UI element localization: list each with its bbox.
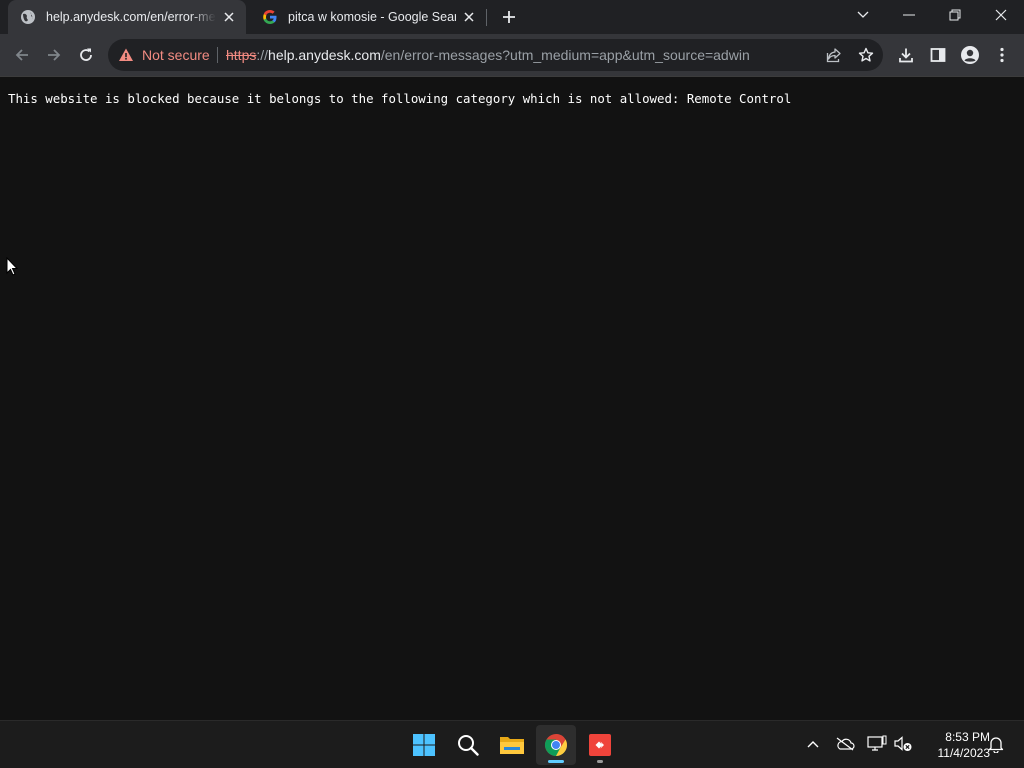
url-scheme: https [226,47,257,63]
side-panel-button[interactable] [922,39,954,71]
bell-icon [988,737,1004,753]
url-text[interactable]: https://help.anydesk.com/en/error-messag… [226,47,750,63]
chevron-down-icon [857,11,869,18]
profile-icon [961,46,979,64]
show-hidden-icons-button[interactable] [802,733,824,755]
restore-icon [949,9,961,21]
file-explorer-button[interactable] [492,725,532,765]
address-bar[interactable]: Not secure https://help.anydesk.com/en/e… [108,39,883,71]
onedrive-tray-icon[interactable] [834,733,856,755]
clock[interactable]: 8:53 PM 11/4/2023 [916,729,991,761]
back-button[interactable] [6,39,38,71]
clock-time: 8:53 PM [945,730,990,744]
tab-anydesk[interactable]: help.anydesk.com/en/error-messages [8,0,246,34]
close-icon [995,9,1007,21]
blocked-message: This website is blocked because it belon… [8,91,792,106]
not-secure-label[interactable]: Not secure [142,47,210,63]
file-explorer-icon [500,737,524,754]
plus-icon [503,11,515,23]
download-icon [899,48,913,63]
reload-icon [80,48,92,61]
url-scheme-separator: :// [256,47,269,63]
close-tab-icon[interactable] [220,8,238,26]
speaker-muted-icon [894,736,912,751]
url-host: help.anydesk.com [268,47,381,63]
chrome-icon [545,734,567,756]
chrome-taskbar-button[interactable] [536,725,576,765]
minimize-button[interactable] [887,0,931,30]
share-icon[interactable] [824,45,844,65]
screen: help.anydesk.com/en/error-messages pitca… [0,0,1024,768]
page-content: This website is blocked because it belon… [0,76,1024,720]
tab-google-search[interactable]: pitca w komosie - Google Search [250,0,486,34]
volume-tray-icon[interactable] [892,733,914,755]
forward-button[interactable] [38,39,70,71]
browser-toolbar: Not secure https://help.anydesk.com/en/e… [0,34,1024,76]
mouse-cursor-icon [6,257,18,276]
taskbar-search-button[interactable] [448,725,488,765]
minimize-icon [903,14,915,16]
active-app-indicator [548,760,564,763]
tab-divider [486,9,487,26]
tab-strip: help.anydesk.com/en/error-messages pitca… [0,0,1024,34]
google-g-icon [262,9,278,25]
cloud-offline-icon [836,737,855,751]
anydesk-icon [589,734,611,756]
arrow-left-icon [15,49,28,61]
omnibox-separator [217,47,218,63]
downloads-button[interactable] [890,39,922,71]
network-icon [867,735,887,751]
side-panel-icon [930,48,946,62]
taskbar: 8:53 PM 11/4/2023 [0,720,1024,768]
notifications-button[interactable] [985,733,1007,755]
network-tray-icon[interactable] [866,733,888,755]
tab-title: help.anydesk.com/en/error-messages [46,10,216,24]
anydesk-taskbar-button[interactable] [580,725,620,765]
chevron-up-icon [807,741,819,748]
tab-search-button[interactable] [841,0,885,30]
profile-button[interactable] [954,39,986,71]
globe-icon [20,9,36,25]
star-icon[interactable] [856,45,876,65]
restore-button[interactable] [933,0,977,30]
clock-date: 11/4/2023 [937,746,991,760]
arrow-right-icon [48,49,61,61]
search-icon [458,735,479,756]
reload-button[interactable] [70,39,102,71]
close-tab-icon[interactable] [460,8,478,26]
start-button[interactable] [404,725,444,765]
tab-title: pitca w komosie - Google Search [288,10,456,24]
menu-button[interactable] [986,39,1018,71]
warning-icon[interactable] [118,47,134,63]
kebab-menu-icon [1000,47,1004,63]
url-path: /en/error-messages?utm_medium=app&utm_so… [380,47,750,63]
windows-start-icon [413,734,435,756]
new-tab-button[interactable] [498,6,520,28]
running-app-indicator [597,760,603,763]
close-window-button[interactable] [979,0,1023,30]
